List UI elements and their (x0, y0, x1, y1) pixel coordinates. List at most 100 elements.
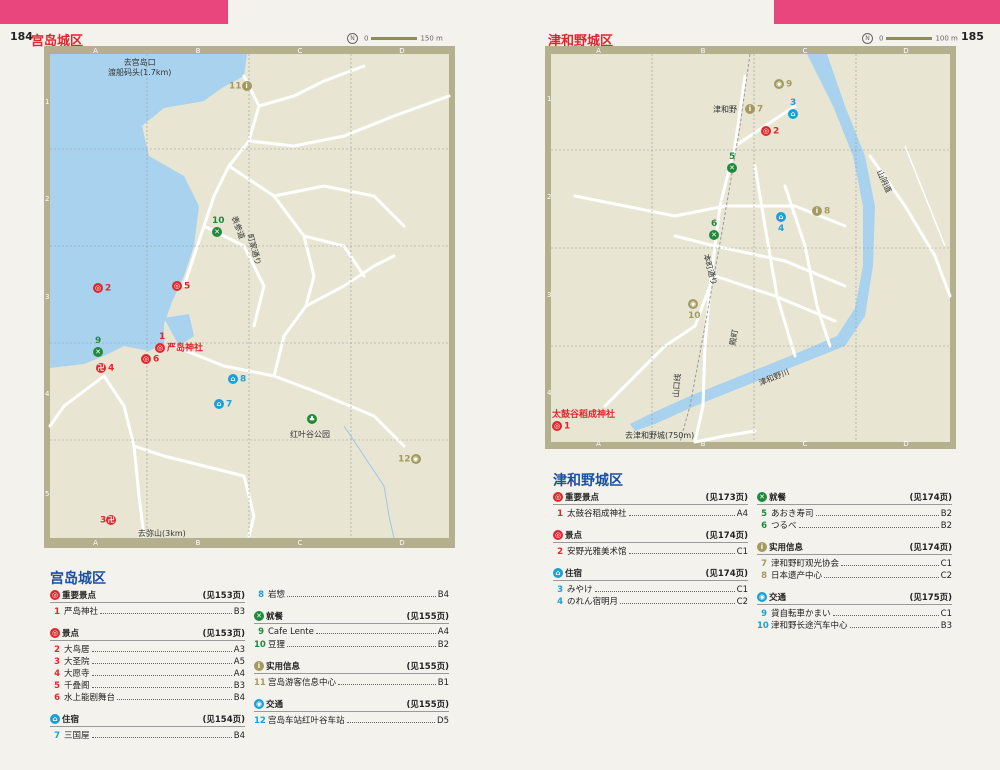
legend-item[interactable]: 4 のれん宿明月 C2 (553, 595, 748, 607)
sight-icon: ◎ (172, 281, 182, 291)
legend-item-num: 8 (761, 571, 767, 581)
legend-item[interactable]: 9 貸自転車かまい C1 (757, 607, 952, 619)
legend-item-num: 2 (557, 547, 563, 557)
marker-r8[interactable]: i8 (812, 206, 830, 218)
legend-item[interactable]: 9 Cafe Lente A4 (254, 626, 449, 638)
legend-item[interactable]: 5 あおき寿司 B2 (757, 507, 952, 519)
marker-5[interactable]: ◎ 5 (172, 281, 190, 293)
legend-item[interactable]: 7 津和野町观光协会 C1 (757, 557, 952, 569)
info-icon: i (241, 81, 252, 91)
leader-dots (824, 570, 939, 578)
marker-1[interactable]: 1 ◎ 严岛神社 (155, 332, 203, 355)
legend-item[interactable]: 8 岩惣 B4 (254, 588, 449, 600)
marker-r2[interactable]: ◎ 2 (761, 126, 779, 138)
legend-item[interactable]: 2 安野光雅美术馆 C1 (553, 545, 748, 557)
legend-item[interactable]: 11 宫岛游客信息中心 B1 (254, 676, 449, 688)
marker-r6[interactable]: 6 ✕ (709, 219, 721, 242)
legend-item[interactable]: 12 宫岛车站红叶谷车站 D5 (254, 714, 449, 726)
legend-item[interactable]: 7 三国屋 B4 (50, 729, 245, 741)
marker-r4[interactable]: ⌂ 4 (776, 212, 788, 235)
marker-6[interactable]: ◎ 6 (141, 354, 159, 366)
legend-item-grid-ref: B2 (940, 509, 952, 519)
legend-item-num: 7 (54, 731, 60, 741)
sight-top-icon: ◎ (553, 491, 563, 502)
legend-item[interactable]: 5 千叠阁 B3 (50, 679, 245, 691)
marker-r6-num: 6 (711, 219, 718, 229)
leader-dots (628, 508, 735, 516)
col-label-b-r-bottom: B (700, 440, 706, 448)
marker-9[interactable]: 9 ✕ (93, 336, 105, 359)
sight-icon: ◎ (93, 283, 103, 293)
marker-4[interactable]: 卍4 (96, 363, 114, 375)
legend-group-page-ref: (见155页) (406, 611, 449, 622)
leader-dots (117, 692, 232, 700)
marker-3[interactable]: 3卍 (100, 515, 118, 527)
legend-item-num: 3 (54, 657, 60, 667)
marker-10[interactable]: 10 ✕ (212, 216, 225, 239)
legend-item-name: 三国屋 (64, 731, 90, 741)
legend-item[interactable]: 10 津和野长途汽车中心 B3 (757, 619, 952, 631)
row-label-2: 2 (45, 195, 50, 203)
marker-r9[interactable]: ◉ 9 (774, 79, 792, 91)
legend-item[interactable]: 3 みやけ C1 (553, 583, 748, 595)
legend-item-name: 大愿寺 (64, 669, 90, 679)
legend-group-sights: ◎ 景点 (见153页) 2 大鸟居 A3 3 大圣院 A5 4 大愿寺 A4 5 千叠阁 B3 6 水上能剧舞… (50, 626, 245, 703)
scale-zero: 0 (364, 34, 369, 43)
fork-knife-icon: ✕ (93, 347, 103, 357)
legend-item-num: 1 (557, 509, 563, 519)
marker-8[interactable]: ⌂ 8 (228, 374, 246, 386)
leader-dots (338, 677, 436, 685)
marker-r5[interactable]: 5 ✕ (727, 152, 739, 175)
legend-group-header: ◎ 重要景点 (见153页) (50, 588, 245, 603)
legend-item[interactable]: 6 水上能剧舞台 B4 (50, 691, 245, 703)
legend-item-grid-ref: B3 (940, 621, 952, 631)
marker-r1-name: 太鼓谷稻成神社 (552, 410, 616, 420)
legend-item-grid-ref: A4 (233, 669, 245, 679)
row-label-3-r: 3 (547, 291, 552, 299)
legend-item[interactable]: 1 严岛神社 B3 (50, 605, 245, 617)
leader-dots (315, 626, 436, 634)
ferry-label: 去宫岛口 渡船码头(1.7km) (108, 58, 172, 77)
leader-dots (815, 508, 939, 516)
bed-icon: ⌂ (50, 713, 60, 724)
legend-right-col1: ◎ 重要景点 (见173页) 1 太鼓谷稻成神社 A4 ◎ 景点 (见174页) 2 安野光雅美术馆… (553, 490, 748, 616)
leader-dots (91, 680, 232, 688)
marker-11[interactable]: 11 i (229, 81, 254, 93)
col-label-c: C (297, 47, 303, 55)
marker-r7[interactable]: i7 (745, 104, 763, 116)
leader-dots (628, 546, 735, 554)
info-icon: i (745, 104, 755, 114)
yamaguchi-line-label: 山口线 (671, 373, 683, 398)
station-label: 津和野 (713, 105, 737, 114)
scale-bar-left: N 0 150 m (347, 33, 443, 44)
park-marker[interactable]: ♣ (307, 414, 319, 426)
legend-item[interactable]: 10 豆狸 B2 (254, 638, 449, 650)
info-icon: i (254, 660, 264, 671)
marker-12[interactable]: 12 ◉ (398, 454, 423, 466)
marker-7[interactable]: ⌂ 7 (214, 399, 232, 411)
legend-group-info: i 实用信息 (见155页) 11 宫岛游客信息中心 B1 (254, 659, 449, 688)
castle-label: 去津和野城(750m) (625, 431, 695, 440)
marker-r3[interactable]: 3 ⌂ (788, 98, 800, 121)
col-label-a-bottom: A (93, 539, 98, 547)
legend-item[interactable]: 6 つるべ B2 (757, 519, 952, 531)
legend-group-page-ref: (见153页) (202, 628, 245, 639)
bed-icon: ⌂ (788, 109, 798, 119)
legend-item-num: 5 (761, 509, 767, 519)
scale-label: 100 m (935, 34, 958, 43)
leader-dots (287, 589, 436, 597)
legend-group-label: 重要景点 (62, 590, 97, 601)
legend-group-info: i 实用信息 (见174页) 7 津和野町观光协会 C1 8 日本遗产中心 C2 (757, 540, 952, 581)
marker-2[interactable]: ◎ 2 (93, 283, 111, 295)
legend-item-grid-ref: A4 (437, 627, 449, 637)
marker-r1[interactable]: 太鼓谷稻成神社 ◎ 1 (552, 410, 615, 433)
marker-r10[interactable]: ◉ 10 (688, 299, 701, 322)
left-section-tab (0, 0, 228, 24)
legend-item[interactable]: 1 太鼓谷稻成神社 A4 (553, 507, 748, 519)
legend-item[interactable]: 2 大鸟居 A3 (50, 643, 245, 655)
legend-item[interactable]: 8 日本遗产中心 C2 (757, 569, 952, 581)
legend-item[interactable]: 3 大圣院 A5 (50, 655, 245, 667)
legend-group-label: 住宿 (565, 568, 583, 579)
legend-group-page-ref: (见153页) (202, 590, 245, 601)
legend-item[interactable]: 4 大愿寺 A4 (50, 667, 245, 679)
